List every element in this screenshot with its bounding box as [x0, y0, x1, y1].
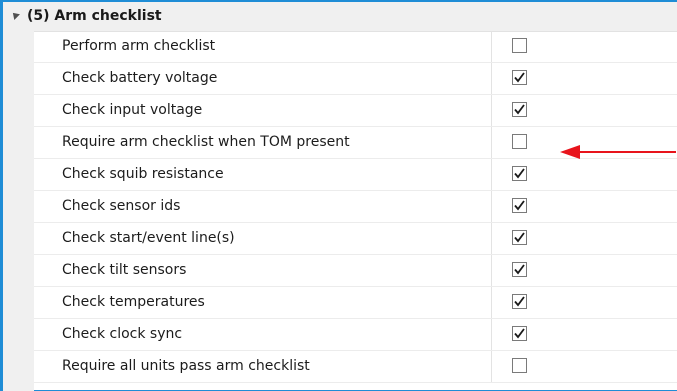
column-divider[interactable]: [491, 159, 492, 190]
property-checkbox[interactable]: [512, 70, 527, 85]
checkmark-icon: [514, 168, 525, 179]
property-checkbox[interactable]: [512, 326, 527, 341]
column-divider[interactable]: [491, 127, 492, 158]
column-divider[interactable]: [491, 255, 492, 286]
checkmark-icon: [514, 328, 525, 339]
column-divider[interactable]: [491, 95, 492, 126]
property-row[interactable]: Check sensor ids: [34, 191, 677, 223]
property-row[interactable]: Check squib resistance: [34, 159, 677, 191]
property-checkbox[interactable]: [512, 358, 527, 373]
property-checkbox[interactable]: [512, 166, 527, 181]
property-row[interactable]: Check battery voltage: [34, 63, 677, 95]
column-divider[interactable]: [491, 351, 492, 382]
property-checkbox[interactable]: [512, 198, 527, 213]
property-row[interactable]: Check start/event line(s): [34, 223, 677, 255]
property-checkbox[interactable]: [512, 262, 527, 277]
column-divider[interactable]: [491, 287, 492, 318]
column-divider[interactable]: [491, 319, 492, 350]
property-row[interactable]: Check clock sync: [34, 319, 677, 351]
collapse-triangle-icon[interactable]: [10, 10, 20, 20]
checkmark-icon: [514, 232, 525, 243]
property-label: Perform arm checklist: [62, 38, 216, 54]
property-checkbox[interactable]: [512, 134, 527, 149]
checkmark-icon: [514, 104, 525, 115]
property-label: Check squib resistance: [62, 166, 224, 182]
checkmark-icon: [514, 264, 525, 275]
property-label: Check start/event line(s): [62, 230, 235, 246]
column-divider[interactable]: [491, 31, 492, 62]
property-grid: (5) Arm checklist Perform arm checklist C…: [0, 0, 677, 391]
property-row[interactable]: Check temperatures: [34, 287, 677, 319]
property-row[interactable]: Perform arm checklist: [34, 31, 677, 63]
property-label: Check sensor ids: [62, 198, 181, 214]
red-arrow-icon: [560, 145, 676, 159]
row-gutter: [3, 31, 34, 391]
property-label: Check input voltage: [62, 102, 203, 118]
checkmark-icon: [514, 72, 525, 83]
property-checkbox[interactable]: [512, 230, 527, 245]
category-title: (5) Arm checklist: [27, 8, 162, 24]
column-divider[interactable]: [491, 223, 492, 254]
property-row[interactable]: Check input voltage: [34, 95, 677, 127]
column-divider[interactable]: [491, 191, 492, 222]
property-checkbox[interactable]: [512, 38, 527, 53]
property-label: Require arm checklist when TOM present: [62, 134, 350, 150]
checkmark-icon: [514, 296, 525, 307]
property-label: Check tilt sensors: [62, 262, 187, 278]
category-header[interactable]: (5) Arm checklist: [3, 2, 677, 32]
property-checkbox[interactable]: [512, 294, 527, 309]
property-label: Check clock sync: [62, 326, 183, 342]
column-divider[interactable]: [491, 63, 492, 94]
property-checkbox[interactable]: [512, 102, 527, 117]
property-label: Check battery voltage: [62, 70, 218, 86]
property-row[interactable]: Require all units pass arm checklist: [34, 351, 677, 383]
checkmark-icon: [514, 200, 525, 211]
property-row[interactable]: Check tilt sensors: [34, 255, 677, 287]
property-label: Require all units pass arm checklist: [62, 358, 310, 374]
property-label: Check temperatures: [62, 294, 205, 310]
